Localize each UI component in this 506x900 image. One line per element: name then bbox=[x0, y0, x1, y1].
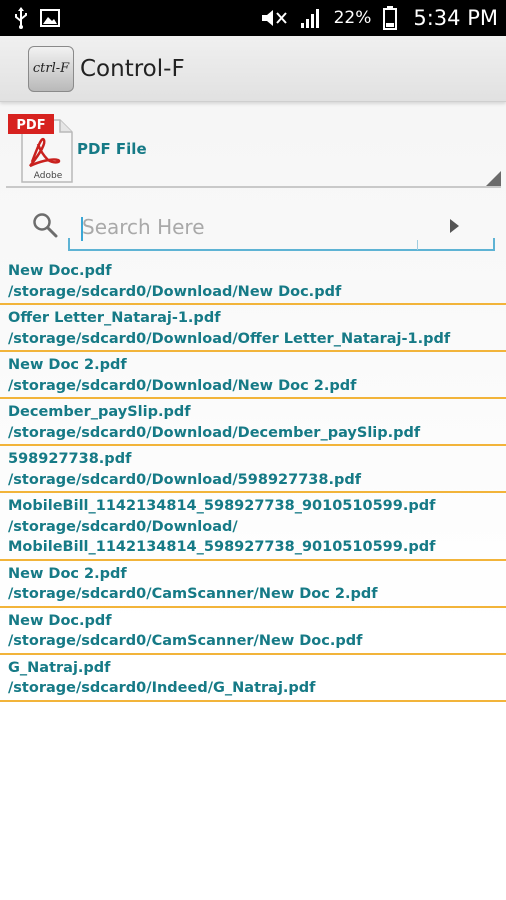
list-item[interactable]: 598927738.pdf /storage/sdcard0/Download/… bbox=[0, 446, 506, 493]
signal-icon bbox=[300, 7, 322, 29]
file-path: /storage/sdcard0/CamScanner/New Doc 2.pd… bbox=[8, 586, 378, 602]
list-item[interactable]: New Doc 2.pdf /storage/sdcard0/Download/… bbox=[0, 352, 506, 399]
image-notification-icon bbox=[40, 9, 60, 27]
dropdown-arrow-icon bbox=[486, 171, 501, 186]
battery-percent: 22% bbox=[333, 8, 372, 28]
file-path: /storage/sdcard0/Download/Offer Letter_N… bbox=[8, 330, 451, 347]
action-bar: ctrl-F Control-F bbox=[0, 36, 506, 102]
clock: 5:34 PM bbox=[413, 6, 498, 30]
input-divider bbox=[417, 240, 418, 250]
input-right-edge bbox=[493, 238, 495, 251]
file-path: /storage/sdcard0/Download/New Doc 2.pdf bbox=[8, 377, 357, 394]
file-type-spinner[interactable]: PDF Adobe PDF File bbox=[6, 112, 501, 188]
file-path: /storage/sdcard0/Download/ MobileBill_11… bbox=[8, 518, 436, 556]
file-name: 598927738.pdf bbox=[8, 451, 132, 467]
status-bar: 22% 5:34 PM bbox=[0, 0, 506, 36]
list-item[interactable]: New Doc.pdf /storage/sdcard0/CamScanner/… bbox=[0, 608, 506, 655]
text-cursor bbox=[81, 217, 83, 241]
input-left-edge bbox=[68, 238, 70, 251]
list-item[interactable]: Offer Letter_Nataraj-1.pdf /storage/sdca… bbox=[0, 305, 506, 352]
file-name: Offer Letter_Nataraj-1.pdf bbox=[8, 310, 221, 326]
file-path: /storage/sdcard0/Download/December_paySl… bbox=[8, 424, 421, 441]
list-item[interactable]: G_Natraj.pdf /storage/sdcard0/Indeed/G_N… bbox=[0, 655, 506, 702]
pdf-badge-text: PDF bbox=[16, 118, 45, 133]
results-list: New Doc.pdf /storage/sdcard0/Download/Ne… bbox=[0, 258, 506, 702]
adobe-caption-text: Adobe bbox=[34, 171, 63, 181]
search-icon bbox=[32, 212, 58, 242]
app-title: Control-F bbox=[80, 55, 185, 82]
file-name: MobileBill_1142134814_598927738_90105105… bbox=[8, 498, 436, 514]
file-name: December_paySlip.pdf bbox=[8, 404, 191, 420]
file-type-selected: PDF File bbox=[77, 140, 147, 158]
list-item[interactable]: New Doc 2.pdf /storage/sdcard0/CamScanne… bbox=[0, 561, 506, 608]
file-path: /storage/sdcard0/Indeed/G_Natraj.pdf bbox=[8, 680, 316, 696]
search-go-button[interactable] bbox=[440, 212, 468, 240]
file-name: G_Natraj.pdf bbox=[8, 659, 111, 676]
mute-icon bbox=[260, 8, 288, 28]
app-logo[interactable]: ctrl-F bbox=[28, 45, 74, 92]
search-row bbox=[0, 200, 506, 252]
pdf-adobe-icon: PDF Adobe bbox=[8, 114, 73, 183]
file-name: New Doc 2.pdf bbox=[8, 357, 127, 373]
file-name: New Doc 2.pdf bbox=[8, 565, 127, 582]
file-path: /storage/sdcard0/Download/598927738.pdf bbox=[8, 471, 362, 488]
battery-icon bbox=[383, 6, 398, 30]
file-name: New Doc.pdf bbox=[8, 263, 112, 279]
usb-icon bbox=[14, 7, 28, 29]
file-name: New Doc.pdf bbox=[8, 612, 112, 629]
list-item[interactable]: MobileBill_1142134814_598927738_90105105… bbox=[0, 493, 506, 561]
search-input[interactable] bbox=[68, 205, 495, 251]
file-path: /storage/sdcard0/Download/New Doc.pdf bbox=[8, 283, 342, 300]
app-logo-text: ctrl-F bbox=[32, 61, 70, 76]
file-path: /storage/sdcard0/CamScanner/New Doc.pdf bbox=[8, 633, 363, 649]
play-arrow-icon bbox=[450, 219, 459, 233]
list-item[interactable]: December_paySlip.pdf /storage/sdcard0/Do… bbox=[0, 399, 506, 446]
list-item[interactable]: New Doc.pdf /storage/sdcard0/Download/Ne… bbox=[0, 258, 506, 305]
